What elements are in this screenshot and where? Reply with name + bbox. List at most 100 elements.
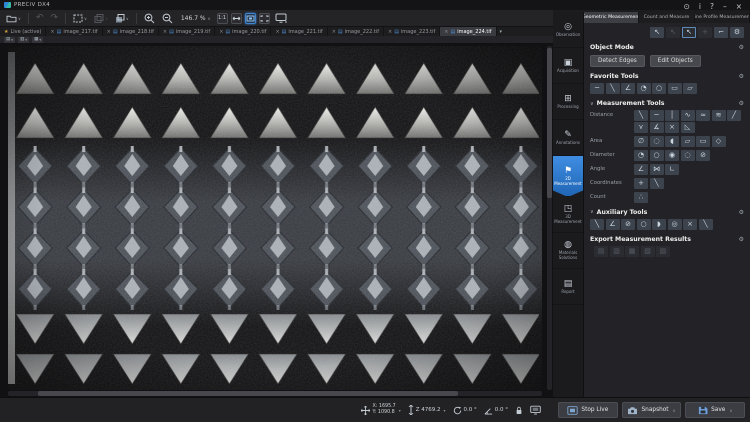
overlay-button-3[interactable]: ▦▾ (32, 37, 43, 43)
move-tool-button[interactable]: + (698, 27, 712, 38)
object-mode-settings-icon[interactable]: ⚙ (739, 44, 744, 51)
angle-tool-icon[interactable]: ∠ (621, 83, 635, 94)
parallel-distance-icon[interactable]: ≋ (712, 110, 726, 121)
favorite-tools-settings-icon[interactable]: ⚙ (739, 73, 744, 80)
export-report-icon[interactable]: ▧ (641, 246, 655, 257)
sidebar-item-materials-solutions[interactable]: ◍ Materials Solutions (553, 233, 583, 269)
aux-target-icon[interactable]: ◎ (668, 219, 682, 230)
tab-close-icon[interactable]: × (50, 29, 54, 35)
export-excel-icon[interactable]: ▥ (610, 246, 624, 257)
redo-button[interactable]: ↷ (48, 12, 60, 24)
angle-3point-icon[interactable]: ∠ (634, 164, 648, 175)
close-icon[interactable]: × (736, 3, 742, 11)
zoom-in-button[interactable] (142, 12, 157, 25)
minimize-icon[interactable]: – (723, 3, 727, 11)
tab-close-icon[interactable]: × (332, 29, 336, 35)
tab-live[interactable]: ★ Live (active) (0, 27, 46, 36)
panel-tab-line-profile[interactable]: Line Profile Measurement (695, 12, 750, 23)
tab-image-222[interactable]: × ▤ image_222.tif (328, 27, 384, 36)
angle-4line-icon[interactable]: ⋈ (650, 164, 664, 175)
sidebar-item-annotations[interactable]: ✎ Annotations (553, 120, 583, 156)
aux-cross-icon[interactable]: × (683, 219, 697, 230)
cross-distance-icon[interactable]: × (665, 122, 679, 133)
lock-button[interactable] (515, 406, 523, 415)
panel-tab-count-and-measure[interactable]: Count and Measure (639, 12, 694, 23)
rectangle-area-icon[interactable]: ▭ (696, 136, 710, 147)
aux-guide-icon[interactable]: ╲ (699, 219, 713, 230)
tab-close-icon[interactable]: × (275, 29, 279, 35)
angle-perpendicular-icon[interactable]: ∟ (665, 164, 679, 175)
overlay-button-1[interactable]: ▤▾ (4, 37, 15, 43)
line-coordinate-icon[interactable]: ╲ (650, 178, 664, 189)
count-objects-icon[interactable]: ∴ (634, 192, 648, 203)
tab-list-button[interactable]: ▾ (497, 27, 506, 36)
export-csv-icon[interactable]: ▦ (625, 246, 639, 257)
angle-bisect-distance-icon[interactable]: ∡ (650, 122, 664, 133)
sidebar-item-acquisition[interactable]: ▣ Acquisition (553, 48, 583, 84)
horizontal-scrollbar-thumb[interactable] (38, 391, 458, 396)
circle-3point-tool-icon[interactable]: ◔ (637, 83, 651, 94)
line-distance-icon[interactable]: ╲ (634, 110, 648, 121)
tab-image-224[interactable]: × ▤ image_224.tif (440, 27, 496, 36)
zoom-out-button[interactable] (160, 12, 175, 25)
select-tool-button[interactable]: ↖ (650, 27, 664, 38)
open-image-button[interactable]: ∨ (4, 13, 23, 24)
layers-button[interactable]: ∨ (113, 13, 131, 24)
sidebar-item-observation[interactable]: ◎ Observation (553, 12, 583, 48)
aux-slash-circle-icon[interactable]: ⊘ (621, 219, 635, 230)
aux-line-icon[interactable]: ╲ (590, 219, 604, 230)
export-save-icon[interactable]: ▨ (656, 246, 670, 257)
system-settings-icon[interactable]: ⊙ (684, 3, 690, 11)
threepoint-distance-icon[interactable]: ⋎ (634, 122, 648, 133)
aux-arc-icon[interactable]: ◗ (652, 219, 666, 230)
add-selection-button[interactable]: ↖ (666, 27, 680, 38)
ellipse-area-icon[interactable]: ∅ (634, 136, 648, 147)
tab-close-icon[interactable]: × (444, 29, 448, 35)
collapse-icon[interactable]: ∨ (590, 101, 594, 107)
arc-area-icon[interactable]: ◖ (665, 136, 679, 147)
detect-edges-button[interactable]: Detect Edges (590, 55, 645, 67)
sidebar-item-2d-measurement[interactable]: ⚑ 2D Measurement (553, 156, 583, 197)
vertical-scrollbar[interactable] (547, 46, 552, 390)
rotated-rect-area-icon[interactable]: ◇ (712, 136, 726, 147)
chevron-down-icon[interactable]: ∨ (673, 408, 676, 413)
chevron-down-icon[interactable]: ∨ (729, 408, 732, 413)
hline-tool-icon[interactable]: ─ (590, 83, 604, 94)
actual-size-button[interactable]: 1:1 (217, 13, 228, 24)
snapshot-button[interactable]: Snapshot ∨ (622, 402, 682, 418)
specimen-image[interactable] (8, 46, 542, 390)
polyline-distance-icon[interactable]: ∿ (681, 110, 695, 121)
horizontal-scrollbar[interactable] (8, 391, 542, 396)
circle-3point-diameter-icon[interactable]: ◔ (634, 150, 648, 161)
polygon-tool-icon[interactable]: ▱ (683, 83, 697, 94)
corner-measure-button[interactable]: ⌐ (714, 27, 728, 38)
collapse-icon[interactable]: ∨ (590, 209, 594, 215)
curve-distance-icon[interactable]: ≈ (696, 110, 710, 121)
fullscreen-button[interactable] (259, 13, 270, 24)
export-copy-icon[interactable]: ▤ (594, 246, 608, 257)
sidebar-item-report[interactable]: ▤ Report (553, 269, 583, 305)
circle-fit-diameter-icon[interactable]: ◌ (681, 150, 695, 161)
tab-close-icon[interactable]: × (388, 29, 392, 35)
copy-button[interactable]: ∨ (92, 13, 110, 24)
zoom-level-select[interactable]: 146.7 % ∨ (178, 14, 214, 23)
freehand-area-icon[interactable]: ◌ (650, 136, 664, 147)
line-tool-icon[interactable]: ╲ (606, 83, 620, 94)
tool-settings-button[interactable]: ⚙ (730, 27, 744, 38)
circle-tool-icon[interactable]: ○ (652, 83, 666, 94)
edit-objects-button[interactable]: Edit Objects (650, 55, 701, 67)
panel-tab-geometric-measurement[interactable]: Geometric Measurement (584, 12, 639, 23)
rotation-readout[interactable]: 0.0 ° (453, 406, 477, 415)
tab-image-223[interactable]: × ▤ image_223.tif (384, 27, 440, 36)
circle-center-diameter-icon[interactable]: ◉ (665, 150, 679, 161)
sidebar-item-processing[interactable]: ⊞ Processing (553, 84, 583, 120)
rectangle-tool-icon[interactable]: ▭ (668, 83, 682, 94)
image-viewport[interactable] (0, 44, 553, 397)
tab-close-icon[interactable]: × (107, 29, 111, 35)
tab-image-218[interactable]: × ▤ image_218.tif (103, 27, 159, 36)
horizontal-distance-icon[interactable]: ─ (650, 110, 664, 121)
help-icon[interactable]: ? (710, 3, 714, 11)
tab-image-219[interactable]: × ▤ image_219.tif (159, 27, 215, 36)
select-region-button[interactable]: ∨ (71, 13, 89, 24)
vertical-distance-icon[interactable]: │ (665, 110, 679, 121)
